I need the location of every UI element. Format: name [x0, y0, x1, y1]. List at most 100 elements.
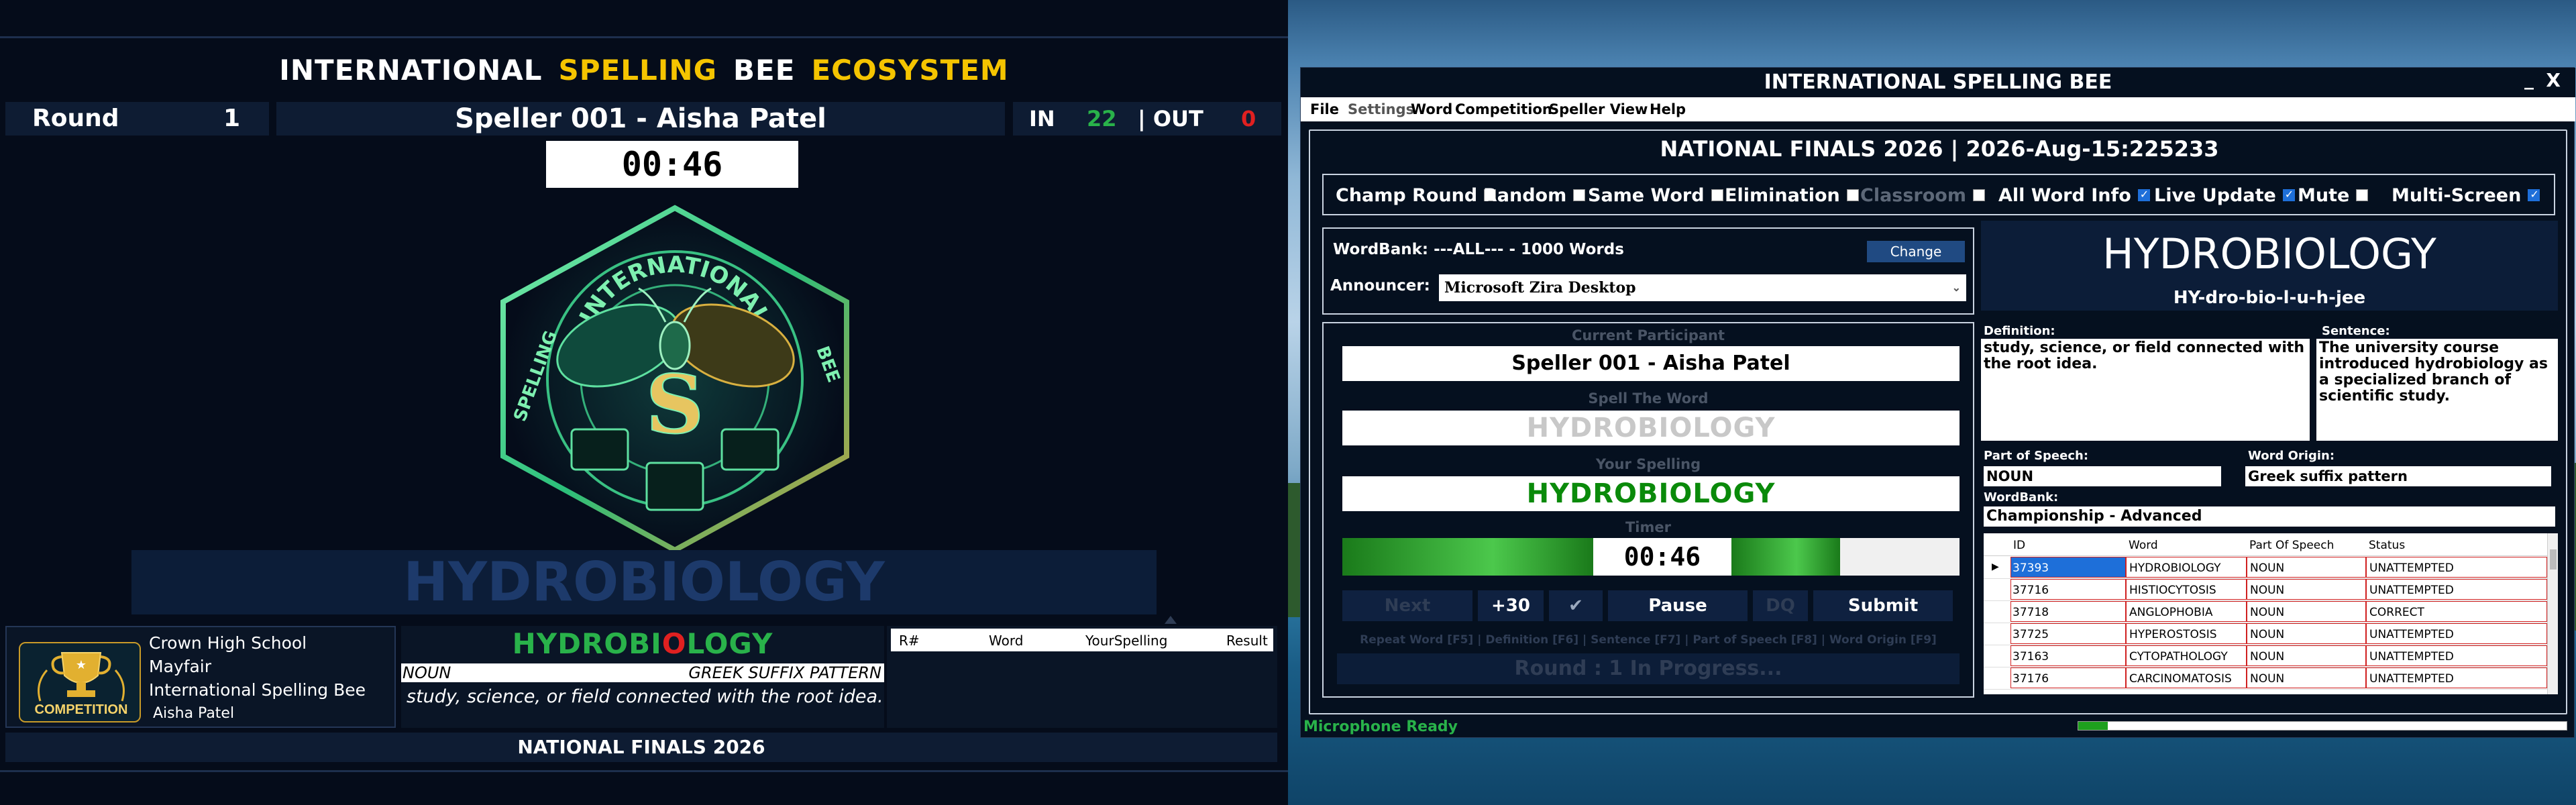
menu-word[interactable]: Word	[1411, 101, 1452, 117]
submit-button[interactable]: Submit	[1813, 590, 1953, 621]
scrollbar-thumb[interactable]	[2550, 549, 2557, 570]
microphone-status: Microphone Ready	[1303, 718, 1458, 735]
menu-settings[interactable]: Settings	[1348, 101, 1414, 117]
word-origin-field: Greek suffix pattern	[2245, 466, 2551, 486]
grid-cell-pos[interactable]: NOUN	[2247, 579, 2366, 600]
grid-cell-word[interactable]: HYDROBIOLOGY	[2126, 557, 2247, 578]
menu-competition[interactable]: Competition	[1455, 101, 1552, 117]
round-progress: Round : 1 In Progress...	[1337, 653, 1960, 684]
typed-word-part: LOGY	[686, 627, 773, 660]
control-window: INTERNATIONAL SPELLING BEE _ X File Sett…	[1300, 67, 2575, 738]
grid-col-word[interactable]: Word	[2129, 539, 2158, 552]
grid-cell-id[interactable]: 37716	[2010, 579, 2126, 600]
grid-col-pos[interactable]: Part Of Speech	[2249, 539, 2334, 552]
announcer-select[interactable]: Microsoft Zira Desktop ⌄	[1439, 274, 1966, 301]
change-wordbank-button[interactable]: Change	[1867, 241, 1965, 262]
speller-panel: Speller 001 - Aisha Patel	[276, 102, 1005, 136]
option-label: All Word Info	[1998, 185, 2131, 206]
checkbox[interactable]	[2137, 188, 2150, 201]
your-spelling-input[interactable]: HYDROBIOLOGY	[1342, 476, 1960, 511]
wordbank-summary: WordBank: ---ALL--- - 1000 Words	[1333, 241, 1624, 258]
grid-row[interactable]: ▶ 37393 HYDROBIOLOGY NOUN UNATTEMPTED	[1984, 557, 2558, 579]
display-title: INTERNATIONAL SPELLING BEE ECOSYSTEM	[0, 54, 1288, 95]
grid-col-id[interactable]: ID	[2013, 539, 2025, 552]
option-champ-round[interactable]: Champ Round	[1336, 185, 1497, 206]
option-label: Classroom	[1860, 185, 1966, 206]
check-button[interactable]: ✔	[1549, 590, 1603, 621]
option-multi-screen[interactable]: Multi-Screen	[2392, 185, 2540, 206]
phonetic: HY-dro-bio-l-u-h-jee	[1981, 285, 2558, 311]
grid-cell-status[interactable]: UNATTEMPTED	[2366, 645, 2547, 666]
checkbox[interactable]	[2528, 188, 2540, 201]
grid-cell-pos[interactable]: NOUN	[2247, 601, 2366, 622]
timer-bar: 00:46	[1342, 538, 1960, 576]
option-label: Same Word	[1588, 185, 1705, 206]
add-30-seconds-button[interactable]: +30	[1478, 590, 1544, 621]
grid-cell-id[interactable]: 37393	[2010, 557, 2126, 578]
competition-badge-label: COMPETITION	[34, 702, 128, 717]
grid-row[interactable]: 37176 CARCINOMATOSIS NOUN UNATTEMPTED	[1984, 667, 2558, 690]
row-pointer-icon: ▶	[1992, 561, 1999, 572]
menu-file[interactable]: File	[1310, 101, 1339, 117]
title-word-3: BEE	[733, 54, 796, 87]
pause-button[interactable]: Pause	[1608, 590, 1748, 621]
timer-fill	[1731, 538, 1840, 576]
grid-cell-status[interactable]: CORRECT	[2366, 601, 2547, 622]
grid-row[interactable]: 37718 ANGLOPHOBIA NOUN CORRECT	[1984, 601, 2558, 623]
option-random[interactable]: Random	[1483, 185, 1586, 206]
checkbox[interactable]	[2282, 188, 2295, 201]
part-of-speech-label: Part of Speech:	[1984, 449, 2089, 463]
grid-cell-word[interactable]: HYPEROSTOSIS	[2126, 623, 2247, 644]
grid-cell-status[interactable]: UNATTEMPTED	[2366, 667, 2547, 688]
grid-cell-word[interactable]: ANGLOPHOBIA	[2126, 601, 2247, 622]
disqualify-button[interactable]: DQ	[1753, 590, 1808, 621]
checkbox	[1972, 189, 1985, 201]
svg-text:S: S	[646, 358, 704, 452]
part-of-speech: NOUN	[402, 663, 451, 682]
grid-cell-word[interactable]: HISTIOCYTOSIS	[2126, 579, 2247, 600]
option-all-word-info[interactable]: All Word Info	[1998, 185, 2150, 206]
grid-cell-pos[interactable]: NOUN	[2247, 645, 2366, 666]
grid-cell-pos[interactable]: NOUN	[2247, 557, 2366, 578]
grid-header: ID Word Part Of Speech Status	[1984, 533, 2558, 556]
word-grid: ID Word Part Of Speech Status ▶ 37393 HYDR…	[1984, 533, 2558, 694]
checkbox[interactable]	[1573, 189, 1586, 201]
option-live-update[interactable]: Live Update	[2154, 185, 2295, 206]
round-label: Round	[32, 105, 119, 132]
close-button[interactable]: X	[2546, 69, 2561, 91]
grid-row[interactable]: 37725 HYPEROSTOSIS NOUN UNATTEMPTED	[1984, 623, 2558, 645]
grid-cell-status[interactable]: UNATTEMPTED	[2366, 579, 2547, 600]
school-location: Mayfair	[149, 657, 212, 676]
menu-speller-view[interactable]: Speller View	[1549, 101, 1648, 117]
next-button[interactable]: Next	[1342, 590, 1472, 621]
grid-cell-word[interactable]: CYTOPATHOLOGY	[2126, 645, 2247, 666]
checkbox[interactable]	[1711, 189, 1723, 201]
grid-cell-pos[interactable]: NOUN	[2247, 667, 2366, 688]
definition: study, science, or field connected with …	[407, 686, 883, 707]
grid-cell-id[interactable]: 37163	[2010, 645, 2126, 666]
speller-info-card: ★ COMPETITION Crown High School Mayfair …	[5, 626, 396, 728]
option-elimination[interactable]: Elimination	[1725, 185, 1859, 206]
grid-cell-pos[interactable]: NOUN	[2247, 623, 2366, 644]
grid-row[interactable]: 37163 CYTOPATHOLOGY NOUN UNATTEMPTED	[1984, 645, 2558, 667]
grid-cell-status[interactable]: UNATTEMPTED	[2366, 557, 2547, 578]
your-spelling-label: Your Spelling	[1595, 456, 1701, 472]
grid-scrollbar[interactable]	[2547, 533, 2558, 694]
microphone-level-meter	[2078, 721, 2567, 731]
option-mute[interactable]: Mute	[2298, 185, 2369, 206]
microphone-level-fill	[2078, 722, 2108, 730]
grid-cell-id[interactable]: 37725	[2010, 623, 2126, 644]
grid-col-status[interactable]: Status	[2369, 539, 2405, 552]
grid-cell-id[interactable]: 37718	[2010, 601, 2126, 622]
option-same-word[interactable]: Same Word	[1588, 185, 1723, 206]
minimize-button[interactable]: _	[2524, 68, 2534, 90]
grid-cell-id[interactable]: 37176	[2010, 667, 2126, 688]
menu-help[interactable]: Help	[1650, 101, 1686, 117]
checkbox[interactable]	[1846, 189, 1859, 201]
spelling-bee-logo: INTERNATIONAL SPELLING BEE S	[500, 205, 849, 553]
checkbox[interactable]	[2356, 189, 2369, 201]
grid-cell-word[interactable]: CARCINOMATOSIS	[2126, 667, 2247, 688]
timer-fill	[1342, 538, 1593, 576]
grid-cell-status[interactable]: UNATTEMPTED	[2366, 623, 2547, 644]
grid-row[interactable]: 37716 HISTIOCYTOSIS NOUN UNATTEMPTED	[1984, 579, 2558, 601]
